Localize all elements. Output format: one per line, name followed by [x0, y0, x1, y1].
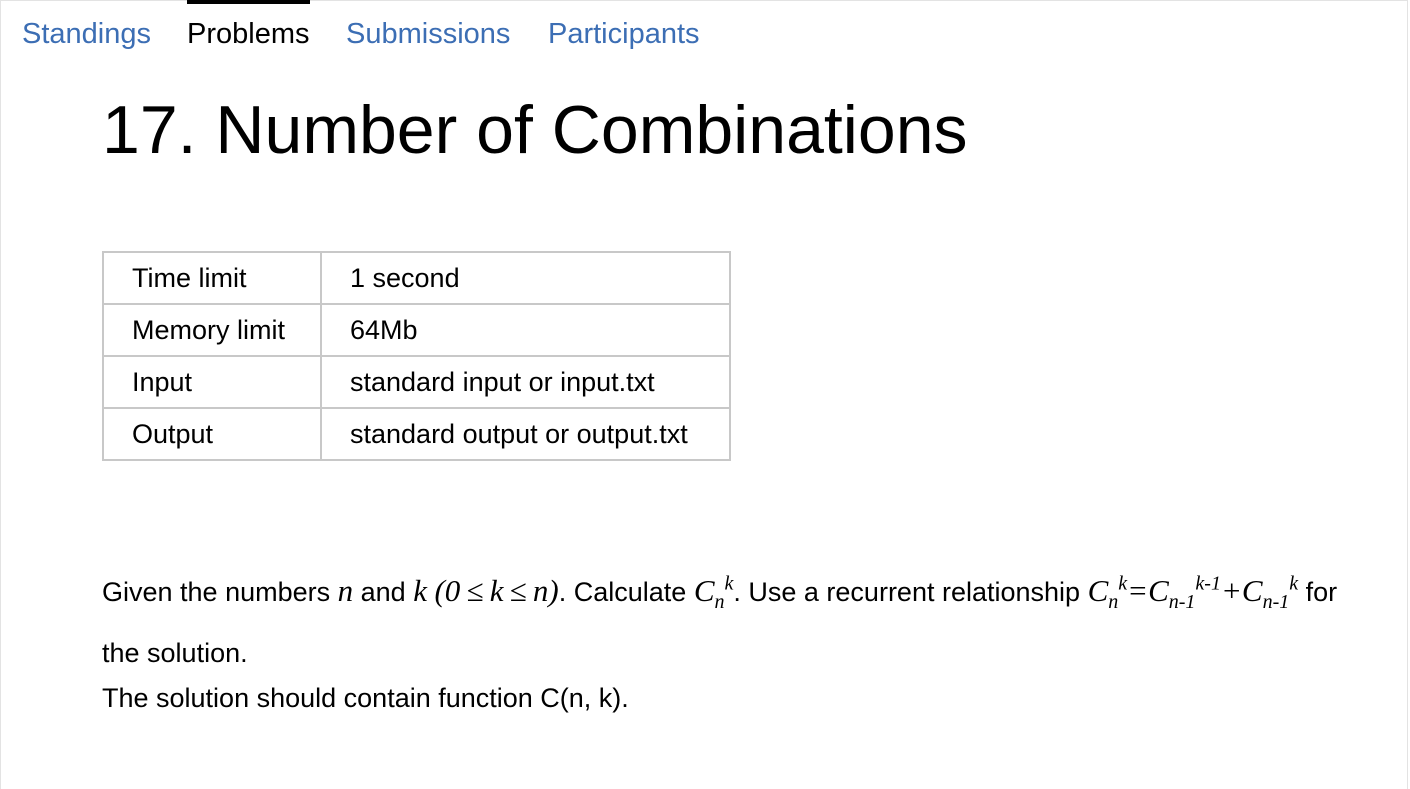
tab-participants[interactable]: Participants: [548, 0, 700, 60]
math-c: C: [1087, 573, 1109, 608]
math-condition: (0 ≤ k ≤ n): [434, 573, 559, 608]
math-c: C: [693, 573, 715, 608]
output-label: Output: [102, 407, 322, 461]
problem-statement: Given the numbers n and k (0 ≤ k ≤ n). C…: [102, 560, 1382, 718]
math-subscript: n: [714, 591, 725, 614]
math-superscript: k: [1289, 572, 1299, 595]
math-binomial: Cnk: [693, 573, 734, 612]
contest-tabs: Standings Problems Submissions Participa…: [0, 0, 1000, 60]
memory-limit-label: Memory limit: [102, 303, 322, 357]
table-row: Input standard input or input.txt: [102, 355, 731, 409]
statement-text: . Use a recurrent relationship: [733, 577, 1088, 607]
math-c: C: [1148, 573, 1169, 608]
tab-standings[interactable]: Standings: [22, 0, 151, 60]
math-equals: =: [1127, 573, 1149, 608]
memory-limit-value: 64Mb: [320, 303, 731, 357]
problem-title: 17. Number of Combinations: [102, 92, 968, 168]
math-recurrence: Cnk=Cn-1k-1+Cn-1k: [1087, 572, 1299, 612]
time-limit-label: Time limit: [102, 251, 322, 305]
table-row: Output standard output or output.txt: [102, 407, 731, 461]
limits-table: Time limit 1 second Memory limit 64Mb In…: [102, 251, 731, 461]
math-var-n: n: [337, 573, 354, 608]
math-c: C: [1241, 573, 1263, 608]
tab-problems[interactable]: Problems: [187, 0, 310, 60]
statement-paragraph: Given the numbers n and k (0 ≤ k ≤ n). C…: [102, 560, 1382, 684]
statement-text: and: [353, 577, 414, 607]
math-subscript: n: [1108, 591, 1119, 614]
math-superscript: k: [1118, 572, 1128, 595]
table-row: Time limit 1 second: [102, 251, 731, 305]
math-plus: +: [1220, 573, 1242, 608]
input-label: Input: [102, 355, 322, 409]
statement-paragraph: The solution should contain function C(n…: [102, 683, 629, 713]
math-superscript: k-1: [1195, 572, 1221, 595]
table-row: Memory limit 64Mb: [102, 303, 731, 357]
math-subscript: n-1: [1262, 591, 1290, 614]
math-var-k: k: [413, 573, 427, 608]
statement-text: . Calculate: [558, 577, 694, 607]
output-value: standard output or output.txt: [320, 407, 731, 461]
statement-text: Given the numbers: [102, 577, 338, 607]
time-limit-value: 1 second: [320, 251, 731, 305]
tab-submissions[interactable]: Submissions: [346, 0, 510, 60]
input-value: standard input or input.txt: [320, 355, 731, 409]
math-subscript: n-1: [1168, 591, 1196, 614]
